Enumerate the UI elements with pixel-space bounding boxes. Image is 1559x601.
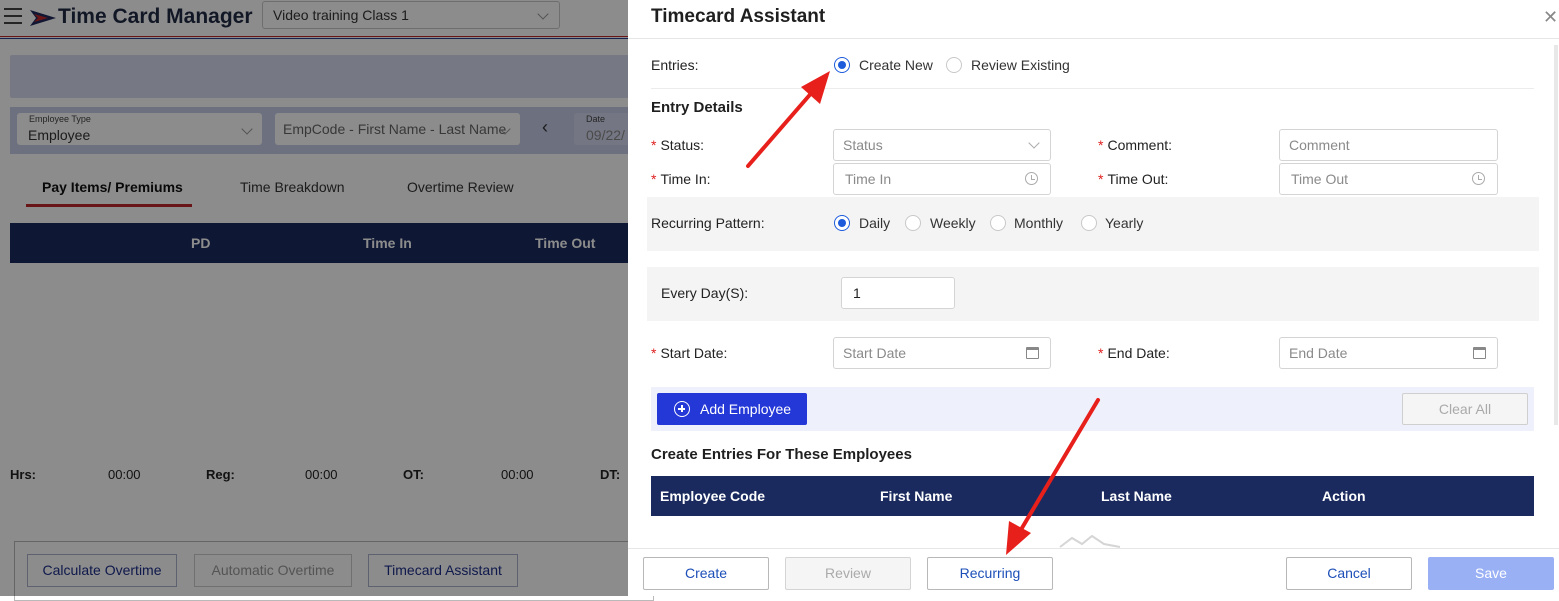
column-header-employee-code: Employee Code [660, 488, 766, 504]
end-date-label-text: End Date: [1107, 345, 1170, 361]
start-date-label-text: Start Date: [660, 345, 728, 361]
time-in-label-text: Time In: [660, 171, 711, 187]
radio-weekly[interactable] [905, 215, 921, 231]
radio-review-existing[interactable] [946, 57, 962, 73]
start-date-label: * Start Date: [651, 345, 727, 361]
every-days-label: Every Day(S): [661, 285, 749, 301]
required-marker: * [1098, 171, 1104, 187]
employees-section-title: Create Entries For These Employees [651, 446, 912, 463]
end-date-input[interactable]: End Date [1279, 337, 1498, 369]
time-out-label: * Time Out: [1098, 171, 1168, 187]
required-marker: * [651, 137, 657, 153]
radio-create-new-label[interactable]: Create New [859, 57, 933, 73]
column-header-first-name: First Name [880, 488, 953, 504]
time-out-input[interactable]: Time Out [1279, 163, 1498, 195]
column-header-last-name: Last Name [1101, 488, 1172, 504]
end-date-label: * End Date: [1098, 345, 1170, 361]
required-marker: * [1098, 137, 1104, 153]
review-button[interactable]: Review [785, 557, 911, 590]
save-button[interactable]: Save [1428, 557, 1554, 590]
radio-create-new[interactable] [834, 57, 850, 73]
time-out-placeholder: Time Out [1291, 171, 1349, 187]
clock-icon [1472, 172, 1485, 185]
close-icon[interactable]: ✕ [1543, 8, 1558, 26]
radio-daily[interactable] [834, 215, 850, 231]
radio-monthly[interactable] [990, 215, 1006, 231]
radio-yearly[interactable] [1081, 215, 1097, 231]
required-marker: * [651, 171, 657, 187]
status-label: * Status: [651, 137, 704, 153]
time-out-label-text: Time Out: [1107, 171, 1169, 187]
add-circle-icon [674, 401, 690, 417]
modal-overlay[interactable] [0, 0, 628, 596]
recurring-button[interactable]: Recurring [927, 557, 1053, 590]
entries-label: Entries: [651, 57, 699, 73]
status-select[interactable]: Status [833, 129, 1051, 161]
calendar-icon [1026, 347, 1039, 359]
comment-input[interactable]: Comment [1279, 129, 1498, 161]
cancel-button[interactable]: Cancel [1286, 557, 1412, 590]
drawer-title: Timecard Assistant [651, 6, 826, 27]
every-days-input[interactable]: 1 [841, 277, 955, 309]
add-employee-label: Add Employee [700, 401, 792, 417]
radio-yearly-label[interactable]: Yearly [1105, 215, 1143, 231]
column-header-action: Action [1322, 488, 1366, 504]
time-in-placeholder: Time In [845, 171, 892, 187]
radio-review-existing-label[interactable]: Review Existing [971, 57, 1070, 73]
every-days-row [647, 267, 1539, 321]
drawer-header-divider [628, 38, 1559, 39]
add-employee-button[interactable]: Add Employee [657, 393, 807, 425]
chevron-down-icon [1028, 137, 1040, 149]
create-button[interactable]: Create [643, 557, 769, 590]
scrollbar[interactable] [1554, 45, 1558, 425]
empty-table-icon [1059, 534, 1121, 548]
clear-all-button[interactable]: Clear All [1402, 393, 1528, 425]
comment-placeholder: Comment [1289, 137, 1350, 153]
comment-label-text: Comment: [1107, 137, 1173, 153]
radio-monthly-label[interactable]: Monthly [1014, 215, 1063, 231]
timecard-assistant-drawer: Timecard Assistant ✕ Entries: Create New… [628, 0, 1559, 596]
entry-details-title: Entry Details [651, 99, 743, 116]
recurring-pattern-label: Recurring Pattern: [651, 215, 765, 231]
required-marker: * [651, 345, 657, 361]
status-label-text: Status: [660, 137, 705, 153]
entries-divider [651, 88, 1534, 89]
calendar-icon [1473, 347, 1486, 359]
start-date-input[interactable]: Start Date [833, 337, 1051, 369]
radio-daily-label[interactable]: Daily [859, 215, 890, 231]
radio-weekly-label[interactable]: Weekly [930, 215, 976, 231]
time-in-label: * Time In: [651, 171, 711, 187]
clock-icon [1025, 172, 1038, 185]
required-marker: * [1098, 345, 1104, 361]
drawer-footer-divider [628, 548, 1559, 549]
start-date-placeholder: Start Date [843, 345, 907, 361]
comment-label: * Comment: [1098, 137, 1172, 153]
status-placeholder: Status [843, 137, 883, 153]
time-in-input[interactable]: Time In [833, 163, 1051, 195]
end-date-placeholder: End Date [1289, 345, 1348, 361]
employees-table-header: Employee Code First Name Last Name Actio… [651, 476, 1534, 516]
